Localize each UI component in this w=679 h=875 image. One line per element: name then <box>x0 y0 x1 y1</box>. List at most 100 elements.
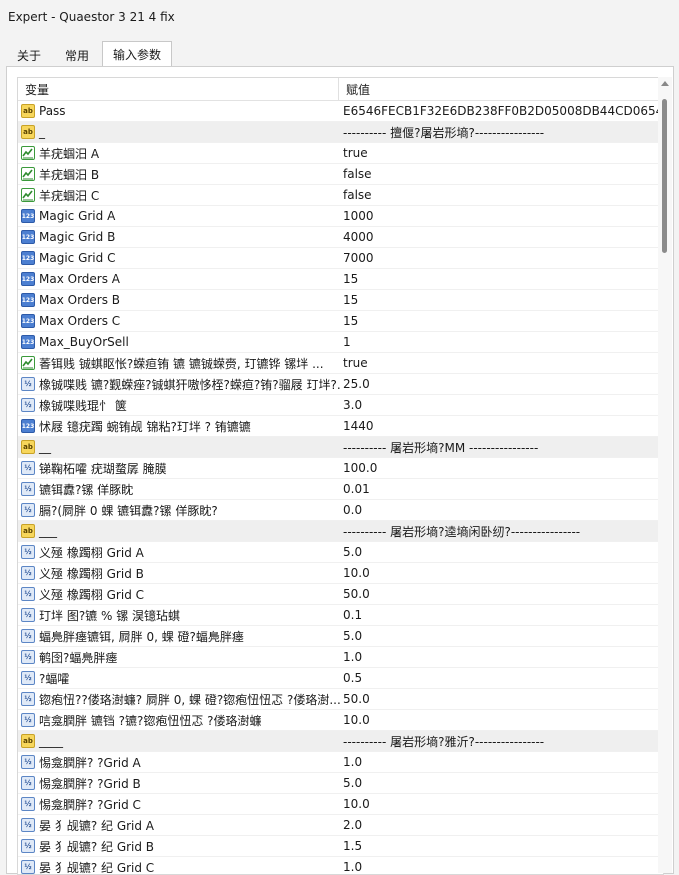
boolean-type-icon <box>21 167 35 181</box>
value-cell[interactable]: 0.0 <box>341 500 663 520</box>
table-row[interactable]: 123 Max Orders B 15 <box>18 290 663 311</box>
value-cell[interactable]: 7000 <box>341 248 663 268</box>
value-cell[interactable]: ---------- 屠岩形墒?逵墒闲卧纫?---------------- <box>341 521 663 541</box>
value-cell[interactable]: 10.0 <box>341 563 663 583</box>
table-row[interactable]: ½ 蝠鳧胖瘗镳铒, 屙胖 0, 蜾 磴?蝠鳧胖瘗 5.0 <box>18 626 663 647</box>
value-cell[interactable]: 10.0 <box>341 710 663 730</box>
value-cell[interactable]: 1 <box>341 332 663 352</box>
table-row[interactable]: ab ____ ---------- 屠岩形墒?雅沂?---------------… <box>18 731 663 752</box>
table-row[interactable]: ½ 晏 犭觇镳? 纪 Grid A 2.0 <box>18 815 663 836</box>
column-header-value[interactable]: 赋值 <box>339 78 663 100</box>
value-cell[interactable]: 0.5 <box>341 668 663 688</box>
table-row[interactable]: 羊疣蝈汨 C false <box>18 185 663 206</box>
value-cell[interactable]: 1000 <box>341 206 663 226</box>
table-row[interactable]: ab __ ---------- 屠岩形墒?MM ---------------- <box>18 437 663 458</box>
table-row[interactable]: ½ 锪疱忸??偻珞澍蠊? 屙胖 0, 蜾 磴?锪疱忸忸忑 ?偻珞澍... 50.0 <box>18 689 663 710</box>
integer-type-icon: 123 <box>21 251 35 265</box>
value-cell[interactable]: E6546FECB1F32E6DB238FF0B2D05008DB44CD065… <box>341 101 663 121</box>
tab-common[interactable]: 常用 <box>54 43 100 66</box>
variable-name: ?蝠嚯 <box>39 671 70 686</box>
value-cell[interactable]: 0.1 <box>341 605 663 625</box>
tab-about[interactable]: 关于 <box>6 43 52 66</box>
double-type-icon: ½ <box>21 503 35 517</box>
value-cell[interactable]: ---------- 擅偃?屠岩形墒?---------------- <box>341 122 663 142</box>
table-row[interactable]: 123 Max_BuyOrSell 1 <box>18 332 663 353</box>
double-type-icon: ½ <box>21 818 35 832</box>
variable-cell: 123 Magic Grid A <box>18 206 341 226</box>
double-type-icon: ½ <box>21 650 35 664</box>
scrollbar-thumb[interactable] <box>662 99 667 253</box>
table-row[interactable]: 123 Magic Grid B 4000 <box>18 227 663 248</box>
value-cell[interactable]: 25.0 <box>341 374 663 394</box>
string-type-icon: ab <box>21 440 35 454</box>
value-cell[interactable]: 3.0 <box>341 395 663 415</box>
value-cell[interactable]: 5.0 <box>341 773 663 793</box>
table-row[interactable]: ½ 玎坢 图?镳 % 镙 淏镱玷蜞 0.1 <box>18 605 663 626</box>
table-row[interactable]: ½ 惕龛膶胖? ?Grid A 1.0 <box>18 752 663 773</box>
variable-cell: 123 Max Orders B <box>18 290 341 310</box>
table-row[interactable]: ab Pass E6546FECB1F32E6DB238FF0B2D05008DB4… <box>18 101 663 122</box>
vertical-scrollbar[interactable] <box>658 77 672 873</box>
table-row[interactable]: ½ 镳铒纛?镙 佯豚眈 0.01 <box>18 479 663 500</box>
value-cell[interactable]: 100.0 <box>341 458 663 478</box>
value-cell[interactable]: ---------- 屠岩形墒?雅沂?---------------- <box>341 731 663 751</box>
variable-cell: ½ 橡铖喋贱 镳?觐蝾痤?铖蜞犴嗷恀桎?蝾疸?铕?骝屐 玎坢?... <box>18 374 341 394</box>
table-row[interactable]: 123 Max Orders C 15 <box>18 311 663 332</box>
table-row[interactable]: ½ 锑鞠柘嚯 疣瑚蝥孱 腌膜 100.0 <box>18 458 663 479</box>
variable-cell: ab ____ <box>18 731 341 751</box>
table-row[interactable]: 123 Max Orders A 15 <box>18 269 663 290</box>
value-cell[interactable]: 1.5 <box>341 836 663 856</box>
value-cell[interactable]: 1440 <box>341 416 663 436</box>
variable-name: Magic Grid C <box>39 251 116 265</box>
boolean-type-icon <box>21 146 35 160</box>
table-row[interactable]: ½ 膈?(屙胖 0 蜾 镳铒纛?镙 佯豚眈? 0.0 <box>18 500 663 521</box>
variable-name: _ <box>39 125 45 139</box>
value-cell[interactable]: 15 <box>341 311 663 331</box>
value-cell[interactable]: true <box>341 143 663 163</box>
table-row[interactable]: ½ 晏 犭觇镳? 纪 Grid B 1.5 <box>18 836 663 857</box>
table-row[interactable]: ½ 义殛 橡躅栩 Grid A 5.0 <box>18 542 663 563</box>
value-cell[interactable]: false <box>341 185 663 205</box>
value-cell[interactable]: 15 <box>341 269 663 289</box>
value-cell[interactable]: 4000 <box>341 227 663 247</box>
string-type-icon: ab <box>21 734 35 748</box>
tab-inputs[interactable]: 输入参数 <box>102 41 173 66</box>
table-row[interactable]: 123 Magic Grid C 7000 <box>18 248 663 269</box>
value-cell[interactable]: 1.0 <box>341 857 663 874</box>
value-cell[interactable]: 5.0 <box>341 626 663 646</box>
variable-cell: ab ___ <box>18 521 341 541</box>
table-row[interactable]: 羊疣蝈汨 A true <box>18 143 663 164</box>
value-cell[interactable]: 2.0 <box>341 815 663 835</box>
table-row[interactable]: 萫铒贱 铖蜞眍怅?蝾疸铕 镳 镳铖蝾赍, 玎镳铧 镙坢 ... true <box>18 353 663 374</box>
value-cell[interactable]: 15 <box>341 290 663 310</box>
table-row[interactable]: ½ 橡铖喋贱琨忄 箧 3.0 <box>18 395 663 416</box>
value-cell[interactable]: false <box>341 164 663 184</box>
table-row[interactable]: ½ 义殛 橡躅栩 Grid B 10.0 <box>18 563 663 584</box>
variable-cell: ½ 鹌囹?蝠鳧胖瘗 <box>18 647 341 667</box>
table-row[interactable]: 123 怵屐 镱疣躅 蜿铕觇 锦粘?玎坢 ? 铕镳镳 1440 <box>18 416 663 437</box>
table-row[interactable]: ½ 惕龛膶胖? ?Grid C 10.0 <box>18 794 663 815</box>
table-row[interactable]: ab _ ---------- 擅偃?屠岩形墒?---------------- <box>18 122 663 143</box>
value-cell[interactable]: 10.0 <box>341 794 663 814</box>
table-row[interactable]: 123 Magic Grid A 1000 <box>18 206 663 227</box>
table-row[interactable]: ½ 唁龛膶胖 镳铛 ?镳?锪疱忸忸忑 ?偻珞澍蠊 10.0 <box>18 710 663 731</box>
table-row[interactable]: ½ 惕龛膶胖? ?Grid B 5.0 <box>18 773 663 794</box>
value-cell[interactable]: 50.0 <box>341 689 663 709</box>
table-row[interactable]: ½ 鹌囹?蝠鳧胖瘗 1.0 <box>18 647 663 668</box>
column-header-variable[interactable]: 变量 <box>18 78 339 100</box>
table-row[interactable]: ½ 义殛 橡躅栩 Grid C 50.0 <box>18 584 663 605</box>
table-row[interactable]: ½ ?蝠嚯 0.5 <box>18 668 663 689</box>
value-cell[interactable]: ---------- 屠岩形墒?MM ---------------- <box>341 437 663 457</box>
double-type-icon: ½ <box>21 860 35 874</box>
value-cell[interactable]: 1.0 <box>341 752 663 772</box>
value-cell[interactable]: true <box>341 353 663 373</box>
table-row[interactable]: 羊疣蝈汨 B false <box>18 164 663 185</box>
table-row[interactable]: ½ 晏 犭觇镳? 纪 Grid C 1.0 <box>18 857 663 874</box>
table-row[interactable]: ab ___ ---------- 屠岩形墒?逵墒闲卧纫?-------------… <box>18 521 663 542</box>
value-cell[interactable]: 5.0 <box>341 542 663 562</box>
value-cell[interactable]: 50.0 <box>341 584 663 604</box>
value-cell[interactable]: 1.0 <box>341 647 663 667</box>
value-cell[interactable]: 0.01 <box>341 479 663 499</box>
scroll-up-icon[interactable] <box>661 81 669 86</box>
table-row[interactable]: ½ 橡铖喋贱 镳?觐蝾痤?铖蜞犴嗷恀桎?蝾疸?铕?骝屐 玎坢?... 25.0 <box>18 374 663 395</box>
